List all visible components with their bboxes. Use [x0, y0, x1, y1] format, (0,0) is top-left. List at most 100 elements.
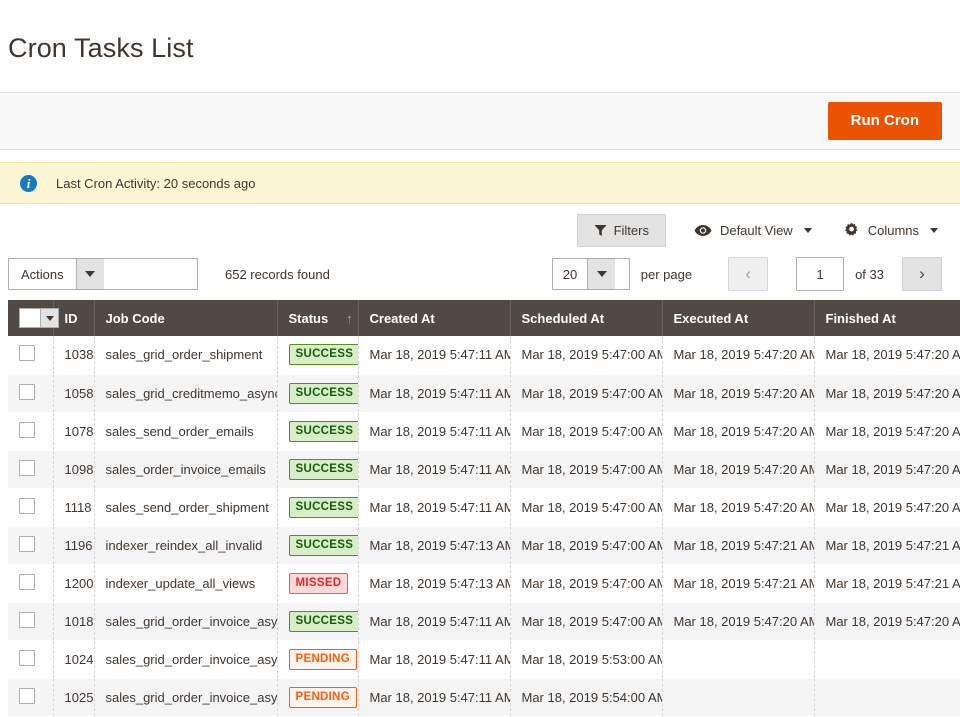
cell-id: 1078	[53, 412, 94, 450]
column-header-job-code[interactable]: Job Code	[94, 300, 277, 336]
funnel-icon	[594, 224, 607, 237]
cell-status: PENDING	[277, 640, 358, 678]
actions-dropdown-value: Actions	[9, 259, 76, 289]
row-checkbox[interactable]	[19, 498, 35, 514]
chevron-down-icon[interactable]	[40, 308, 59, 328]
per-page-dropdown[interactable]: 20	[552, 258, 630, 290]
status-badge: SUCCESS	[289, 383, 359, 404]
cell-finished-at	[814, 678, 960, 716]
cell-job-code: sales_grid_creditmemo_async	[94, 374, 277, 412]
cell-job-code: sales_grid_order_invoice_async	[94, 678, 277, 716]
cell-scheduled-at: Mar 18, 2019 5:47:00 AM	[510, 564, 662, 602]
cell-status: SUCCESS	[277, 412, 358, 450]
cell-status: SUCCESS	[277, 488, 358, 526]
table-row[interactable]: 1018sales_grid_order_invoice_asyncSUCCES…	[8, 602, 960, 640]
cell-created-at: Mar 18, 2019 5:47:11 AM	[358, 640, 510, 678]
cell-status: PENDING	[277, 678, 358, 716]
cell-status: MISSED	[277, 564, 358, 602]
per-page-value: 20	[553, 259, 587, 289]
table-row[interactable]: 1078sales_send_order_emailsSUCCESSMar 18…	[8, 412, 960, 450]
cell-finished-at: Mar 18, 2019 5:47:20 AM	[814, 412, 960, 450]
default-view-selector[interactable]: Default View	[690, 215, 816, 246]
row-checkbox-cell	[8, 526, 53, 564]
default-view-label: Default View	[720, 223, 793, 238]
actions-dropdown[interactable]: Actions	[8, 258, 198, 290]
next-page-button[interactable]: ›	[902, 257, 942, 291]
select-all-header[interactable]	[8, 300, 53, 336]
cell-created-at: Mar 18, 2019 5:47:11 AM	[358, 374, 510, 412]
cell-executed-at: Mar 18, 2019 5:47:21 AM	[662, 564, 814, 602]
sort-ascending-icon: ↑	[346, 311, 353, 326]
row-checkbox[interactable]	[19, 422, 35, 438]
table-row[interactable]: 1024sales_grid_order_invoice_asyncPENDIN…	[8, 640, 960, 678]
filters-button-label: Filters	[614, 223, 649, 238]
run-cron-button[interactable]: Run Cron	[828, 102, 942, 140]
column-header-finished-at[interactable]: Finished At	[814, 300, 960, 336]
status-badge: PENDING	[289, 687, 358, 708]
cell-scheduled-at: Mar 18, 2019 5:54:00 AM	[510, 678, 662, 716]
cell-status: SUCCESS	[277, 526, 358, 564]
column-header-executed-at[interactable]: Executed At	[662, 300, 814, 336]
row-checkbox-cell	[8, 640, 53, 678]
previous-page-button[interactable]: ‹	[728, 257, 768, 291]
last-cron-activity-notice: i Last Cron Activity: 20 seconds ago	[0, 162, 960, 204]
cell-job-code: sales_send_order_emails	[94, 412, 277, 450]
gear-icon	[844, 222, 860, 238]
cron-tasks-grid-wrapper: ID Job Code Status ↑ Created At Scheduled…	[0, 296, 960, 717]
select-all-dropdown-icon[interactable]	[19, 308, 59, 328]
cell-finished-at: Mar 18, 2019 5:47:20 AM	[814, 488, 960, 526]
cell-created-at: Mar 18, 2019 5:47:11 AM	[358, 678, 510, 716]
column-header-created-at[interactable]: Created At	[358, 300, 510, 336]
columns-selector[interactable]: Columns	[840, 214, 942, 246]
cell-scheduled-at: Mar 18, 2019 5:47:00 AM	[510, 336, 662, 374]
cell-finished-at: Mar 18, 2019 5:47:20 AM	[814, 336, 960, 374]
row-checkbox[interactable]	[19, 345, 35, 361]
status-badge: MISSED	[289, 573, 349, 594]
row-checkbox[interactable]	[19, 650, 35, 666]
row-checkbox[interactable]	[19, 688, 35, 704]
table-row[interactable]: 1038sales_grid_order_shipmentSUCCESSMar …	[8, 336, 960, 374]
table-body: 1038sales_grid_order_shipmentSUCCESSMar …	[8, 336, 960, 716]
page-number-input[interactable]	[796, 257, 844, 291]
chevron-down-icon	[930, 228, 938, 233]
row-checkbox[interactable]	[19, 574, 35, 590]
select-all-checkbox[interactable]	[19, 308, 40, 328]
column-header-scheduled-at[interactable]: Scheduled At	[510, 300, 662, 336]
table-row[interactable]: 1118sales_send_order_shipmentSUCCESSMar …	[8, 488, 960, 526]
total-pages-label: of 33	[855, 267, 884, 282]
table-row[interactable]: 1025sales_grid_order_invoice_asyncPENDIN…	[8, 678, 960, 716]
cell-job-code: sales_grid_order_invoice_async	[94, 602, 277, 640]
cell-executed-at: Mar 18, 2019 5:47:21 AM	[662, 526, 814, 564]
row-checkbox[interactable]	[19, 612, 35, 628]
cell-created-at: Mar 18, 2019 5:47:11 AM	[358, 488, 510, 526]
table-row[interactable]: 1196indexer_reindex_all_invalidSUCCESSMa…	[8, 526, 960, 564]
table-row[interactable]: 1058sales_grid_creditmemo_asyncSUCCESSMa…	[8, 374, 960, 412]
row-checkbox[interactable]	[19, 460, 35, 476]
table-row[interactable]: 1200indexer_update_all_viewsMISSEDMar 18…	[8, 564, 960, 602]
column-header-id[interactable]: ID	[53, 300, 94, 336]
row-checkbox-cell	[8, 602, 53, 640]
cell-job-code: sales_send_order_shipment	[94, 488, 277, 526]
row-checkbox-cell	[8, 450, 53, 488]
table-row[interactable]: 1098sales_order_invoice_emailsSUCCESSMar…	[8, 450, 960, 488]
cell-status: SUCCESS	[277, 450, 358, 488]
row-checkbox-cell	[8, 336, 53, 374]
column-header-status[interactable]: Status ↑	[277, 300, 358, 336]
row-checkbox[interactable]	[19, 536, 35, 552]
filters-button[interactable]: Filters	[577, 214, 666, 247]
cell-id: 1118	[53, 488, 94, 526]
row-checkbox-cell	[8, 488, 53, 526]
cell-finished-at: Mar 18, 2019 5:47:20 AM	[814, 450, 960, 488]
chevron-left-icon: ‹	[745, 264, 751, 284]
cell-job-code: indexer_update_all_views	[94, 564, 277, 602]
column-header-status-label: Status	[289, 311, 329, 326]
grid-view-toolbar: Filters Default View Columns	[0, 204, 960, 248]
cell-executed-at: Mar 18, 2019 5:47:20 AM	[662, 412, 814, 450]
status-badge: SUCCESS	[289, 459, 359, 480]
cell-scheduled-at: Mar 18, 2019 5:47:00 AM	[510, 450, 662, 488]
cell-scheduled-at: Mar 18, 2019 5:53:00 AM	[510, 640, 662, 678]
cell-job-code: sales_grid_order_shipment	[94, 336, 277, 374]
cell-finished-at: Mar 18, 2019 5:47:20 AM	[814, 602, 960, 640]
cell-created-at: Mar 18, 2019 5:47:11 AM	[358, 412, 510, 450]
row-checkbox[interactable]	[19, 384, 35, 400]
